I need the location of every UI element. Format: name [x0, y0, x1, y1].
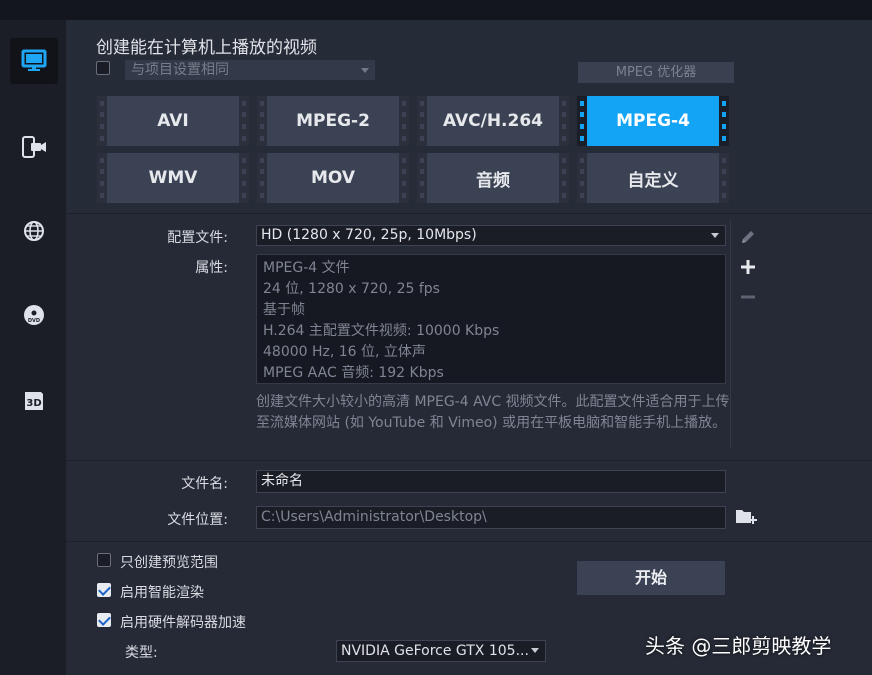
browse-folder-icon[interactable] — [735, 506, 759, 526]
chevron-down-icon — [361, 68, 369, 73]
file-location-label: 文件位置: — [167, 512, 228, 528]
preset-select[interactable]: 与项目设置相同 — [125, 60, 375, 80]
divider — [730, 220, 731, 448]
device-tab[interactable] — [10, 124, 58, 170]
smart-render-label: 启用智能渲染 — [120, 585, 204, 601]
format-avc-button[interactable]: AVC/H.264 — [417, 96, 569, 146]
chevron-down-icon — [711, 233, 719, 238]
svg-text:3D: 3D — [26, 398, 41, 409]
watermark: 头条 @三郎剪映教学 — [645, 634, 832, 658]
profile-description: 创建文件大小较小的高清 MPEG-4 AVC 视频文件。此配置文件适合用于上传至… — [256, 394, 730, 431]
property-line: H.264 主配置文件视频: 10000 Kbps — [263, 323, 500, 339]
format-label: MPEG-2 — [296, 111, 370, 131]
edit-pencil-icon[interactable] — [739, 228, 757, 246]
preset-checkbox[interactable] — [96, 61, 110, 75]
disc-dvd-icon: DVD — [24, 305, 44, 325]
format-label: AVC/H.264 — [442, 111, 544, 131]
format-label: MPEG-4 — [616, 111, 690, 131]
format-mpeg4-button[interactable]: MPEG-4 — [577, 96, 729, 146]
divider — [66, 541, 872, 542]
format-label: MOV — [310, 168, 356, 188]
computer-icon — [21, 49, 47, 71]
3d-icon: 3D — [25, 392, 43, 410]
3d-tab[interactable]: 3D — [10, 378, 58, 424]
gpu-type-value: NVIDIA GeForce GTX 105... — [341, 643, 529, 659]
format-label: 自定义 — [627, 170, 679, 191]
properties-box: MPEG-4 文件 24 位, 1280 x 720, 25 fps 基于帧 H… — [256, 254, 726, 384]
properties-label: 属性: — [195, 260, 228, 276]
format-label: 音频 — [476, 170, 510, 191]
format-label: WMV — [148, 168, 198, 188]
format-label: AVI — [157, 111, 189, 131]
profile-select-value: HD (1280 x 720, 25p, 10Mbps) — [261, 227, 477, 243]
web-tab[interactable] — [10, 208, 58, 254]
disc-tab[interactable]: DVD — [10, 292, 58, 338]
file-name-input[interactable]: 未命名 — [256, 470, 726, 493]
file-location-input[interactable]: C:\Users\Administrator\Desktop\ — [256, 506, 726, 529]
profile-label: 配置文件: — [167, 230, 228, 246]
preset-select-value: 与项目设置相同 — [131, 62, 229, 78]
gpu-type-select[interactable]: NVIDIA GeForce GTX 105... — [336, 640, 546, 662]
add-icon[interactable] — [739, 258, 757, 276]
svg-text:DVD: DVD — [28, 318, 40, 324]
mobile-camera-icon — [22, 136, 46, 158]
page-title: 创建能在计算机上播放的视频 — [96, 38, 317, 58]
property-line: 24 位, 1280 x 720, 25 fps — [263, 281, 440, 297]
hardware-decoder-label: 启用硬件解码器加速 — [120, 615, 246, 631]
divider — [66, 460, 872, 461]
mpeg-optimizer-button[interactable]: MPEG 优化器 — [578, 62, 734, 83]
format-audio-button[interactable]: 音频 — [417, 153, 569, 203]
property-line: 48000 Hz, 16 位, 立体声 — [263, 344, 426, 360]
format-avi-button[interactable]: AVI — [97, 96, 249, 146]
profile-select[interactable]: HD (1280 x 720, 25p, 10Mbps) — [256, 225, 726, 246]
smart-render-checkbox[interactable] — [97, 583, 111, 597]
remove-icon[interactable] — [739, 288, 757, 306]
start-button[interactable]: 开始 — [577, 561, 725, 595]
web-globe-icon — [24, 221, 44, 241]
hardware-decoder-checkbox[interactable] — [97, 613, 111, 627]
format-custom-button[interactable]: 自定义 — [577, 153, 729, 203]
property-line: MPEG AAC 音频: 192 Kbps — [263, 365, 444, 381]
chevron-down-icon — [531, 648, 539, 653]
divider — [66, 213, 872, 214]
preview-range-checkbox[interactable] — [97, 553, 111, 567]
preview-range-label: 只创建预览范围 — [120, 555, 218, 571]
format-wmv-button[interactable]: WMV — [97, 153, 249, 203]
computer-tab[interactable] — [10, 38, 58, 84]
property-line: 基于帧 — [263, 302, 305, 318]
top-bar — [0, 0, 872, 20]
format-mpeg2-button[interactable]: MPEG-2 — [257, 96, 409, 146]
sidebar: DVD 3D — [0, 20, 66, 675]
file-name-label: 文件名: — [181, 476, 228, 492]
type-label: 类型: — [125, 645, 158, 661]
property-line: MPEG-4 文件 — [263, 260, 350, 276]
format-mov-button[interactable]: MOV — [257, 153, 409, 203]
